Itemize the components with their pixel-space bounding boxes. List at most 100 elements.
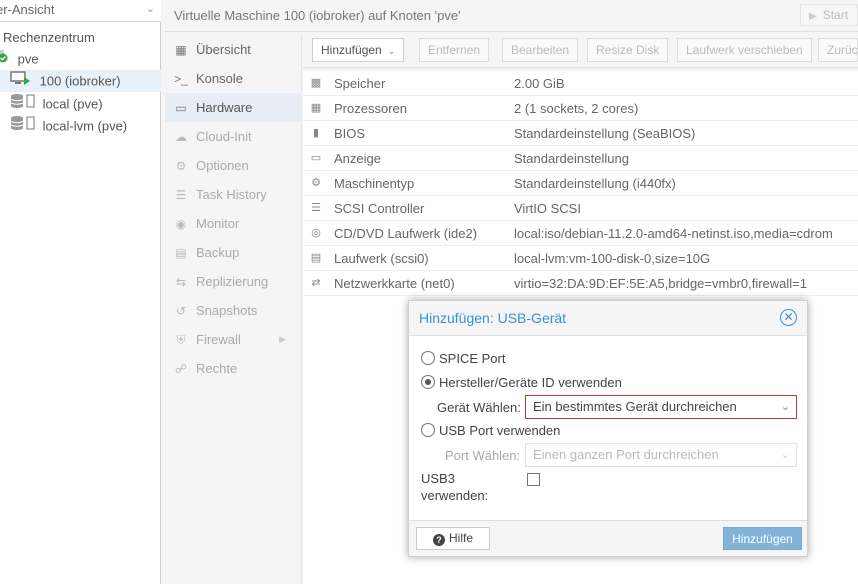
table-row[interactable]: ◎ CD/DVD Laufwerk (ide2) local:iso/debia… <box>303 221 858 246</box>
hardware-name: BIOS <box>334 126 366 141</box>
device-select-label: Gerät Wählen: <box>437 400 521 415</box>
view-selector[interactable]: er-Ansicht ⌄ <box>0 0 161 22</box>
resource-tree: er-Ansicht ⌄ Rechenzentrum pve 100 (iobr… <box>0 0 161 584</box>
table-row[interactable]: ▤ Laufwerk (scsi0) local-lvm:vm-100-disk… <box>303 246 858 271</box>
revert-button-label: Zurüc <box>827 43 858 57</box>
chevron-down-icon[interactable]: ⌄ <box>781 396 790 418</box>
tree-item-storage-lvm[interactable]: local-lvm (pve) <box>0 115 161 137</box>
radio-vendor-device-id[interactable]: Hersteller/Geräte ID verwenden <box>421 373 622 393</box>
nav-item-task-history[interactable]: ☰ Task History <box>165 180 302 209</box>
radio-circle[interactable] <box>421 351 435 365</box>
radio-usb-port[interactable]: USB Port verwenden <box>421 421 560 441</box>
resize-disk-button[interactable]: Resize Disk <box>587 38 669 62</box>
edit-button-label: Bearbeiten <box>511 43 570 57</box>
view-selector-value: er-Ansicht <box>0 2 55 17</box>
nav-item-label: Optionen <box>196 158 249 173</box>
add-button[interactable]: Hinzufügen ⌄ <box>312 38 405 62</box>
tree-item-label: local-lvm (pve) <box>42 118 128 134</box>
gear-icon: ⚙ <box>175 159 187 173</box>
hardware-name: Speicher <box>334 76 386 91</box>
play-icon: ▶ <box>809 11 817 22</box>
display-icon: ▭ <box>310 152 322 164</box>
table-row[interactable]: ▩ Speicher 2.00 GiB <box>303 71 858 96</box>
chevron-down-icon[interactable]: ⌄ <box>781 444 790 466</box>
nav-item-label: Rechte <box>196 361 238 376</box>
move-disk-button[interactable]: Laufwerk verschieben <box>677 38 812 62</box>
revert-button[interactable]: Zurüc <box>818 38 858 62</box>
storage-icon <box>10 115 36 138</box>
nav-item-label: Snapshots <box>196 303 258 318</box>
nav-item-console[interactable]: >_ Konsole <box>165 64 302 93</box>
book-icon: ▦ <box>175 43 187 57</box>
nav-item-label: Cloud-Init <box>196 129 252 144</box>
unlock-icon: ☍ <box>174 362 188 376</box>
tree-item-storage-local[interactable]: local (pve) <box>0 93 161 115</box>
remove-button-label: Entfernen <box>428 43 481 57</box>
nav-item-summary[interactable]: ▦ Übersicht <box>165 35 302 64</box>
hardware-name: Netzwerkkarte (net0) <box>334 276 455 291</box>
device-select[interactable]: Ein bestimmtes Gerät durchreichen ⌄ <box>525 395 797 419</box>
hardware-value: local:iso/debian-11.2.0-amd64-netinst.is… <box>514 226 833 241</box>
table-row[interactable]: ☰ SCSI Controller VirtIO SCSI <box>303 196 858 221</box>
nav-item-cloud-init[interactable]: ☁ Cloud-Init <box>165 122 302 151</box>
table-row[interactable]: ⚙ Maschinentyp Standardeinstellung (i440… <box>303 171 858 196</box>
hardware-value: VirtIO SCSI <box>514 201 581 216</box>
retweet-icon: ⇆ <box>175 275 187 289</box>
table-row[interactable]: ▮ BIOS Standardeinstellung (SeaBIOS) <box>303 121 858 146</box>
hardware-toolbar: Hinzufügen ⌄ Entfernen Bearbeiten Resize … <box>303 34 858 68</box>
storage-icon <box>10 93 36 116</box>
submit-add-button[interactable]: Hinzufügen <box>723 527 802 550</box>
nav-item-firewall[interactable]: ⛨ Firewall ▶ <box>165 325 302 354</box>
nav-item-options[interactable]: ⚙ Optionen <box>165 151 302 180</box>
remove-button[interactable]: Entfernen <box>419 38 490 62</box>
nav-item-monitor[interactable]: ◉ Monitor <box>165 209 302 238</box>
page-title: Virtuelle Maschine 100 (iobroker) auf Kn… <box>174 8 461 23</box>
question-circle-icon: ? <box>432 534 445 546</box>
network-icon: ⇄ <box>311 277 321 289</box>
hardware-value: 2 (1 sockets, 2 cores) <box>514 101 639 116</box>
nav-item-backup[interactable]: ▤ Backup <box>165 238 302 267</box>
hardware-value: Standardeinstellung (SeaBIOS) <box>514 126 696 141</box>
hardware-value: Standardeinstellung (i440fx) <box>514 176 676 191</box>
start-button[interactable]: ▶ Start <box>800 4 858 26</box>
content-header: Virtuelle Maschine 100 (iobroker) auf Kn… <box>165 0 858 32</box>
dialog-header: Hinzufügen: USB-Gerät ✕ <box>409 301 807 336</box>
cloud-icon: ☁ <box>175 130 187 144</box>
vm-running-icon <box>10 70 32 93</box>
desktop-icon: ▭ <box>175 101 187 115</box>
nav-item-label: Übersicht <box>196 42 251 57</box>
hardware-value: 2.00 GiB <box>514 76 565 91</box>
edit-button[interactable]: Bearbeiten <box>502 38 579 62</box>
nav-item-permissions[interactable]: ☍ Rechte <box>165 354 302 383</box>
nav-item-label: Monitor <box>196 216 240 231</box>
hardware-name: CD/DVD Laufwerk (ide2) <box>334 226 478 241</box>
help-button[interactable]: ? Hilfe <box>416 527 490 550</box>
usb3-checkbox[interactable] <box>527 473 540 486</box>
dialog-title: Hinzufügen: USB-Gerät <box>419 310 567 326</box>
move-disk-button-label: Laufwerk verschieben <box>686 43 803 57</box>
chevron-down-icon: ⌄ <box>145 3 155 15</box>
cdrom-icon: ◎ <box>311 227 321 239</box>
nav-item-replication[interactable]: ⇆ Replizierung <box>165 267 302 296</box>
add-button-label: Hinzufügen <box>321 43 382 57</box>
tree-item-datacenter[interactable]: Rechenzentrum <box>0 26 161 48</box>
radio-circle[interactable] <box>421 423 435 437</box>
usb3-label-line1: USB3 <box>421 471 455 486</box>
nav-item-label: Hardware <box>196 100 253 115</box>
table-row[interactable]: ⇄ Netzwerkkarte (net0) virtio=32:DA:9D:E… <box>303 271 858 296</box>
nav-item-snapshots[interactable]: ↺ Snapshots <box>165 296 302 325</box>
tree-item-vm[interactable]: 100 (iobroker) <box>0 70 161 92</box>
tree-item-node[interactable]: pve <box>0 48 161 70</box>
nav-item-label: Konsole <box>196 71 243 86</box>
radio-label: SPICE Port <box>439 351 506 366</box>
radio-circle[interactable] <box>421 375 435 389</box>
port-select[interactable]: Einen ganzen Port durchreichen ⌄ <box>525 443 797 467</box>
start-button-label: Start <box>822 8 849 22</box>
radio-spice-port[interactable]: SPICE Port <box>421 349 505 369</box>
nav-item-hardware[interactable]: ▭ Hardware <box>165 93 302 122</box>
table-row[interactable]: ▭ Anzeige Standardeinstellung <box>303 146 858 171</box>
close-icon[interactable]: ✕ <box>780 309 797 326</box>
device-select-value: Ein bestimmtes Gerät durchreichen <box>533 399 737 414</box>
table-row[interactable]: ▦ Prozessoren 2 (1 sockets, 2 cores) <box>303 96 858 121</box>
port-select-label: Port Wählen: <box>445 448 521 463</box>
